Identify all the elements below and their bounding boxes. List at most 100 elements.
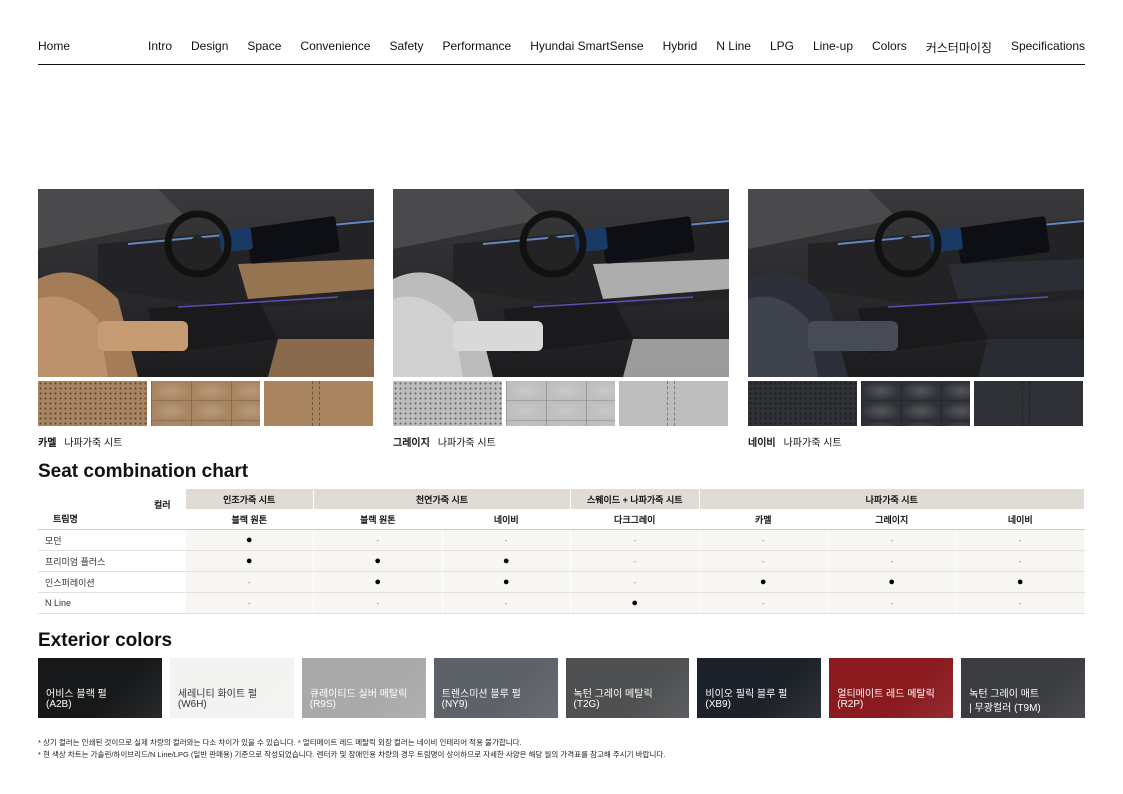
- availability-cell: -: [827, 592, 957, 614]
- stitched-leather-swatch: [264, 381, 373, 426]
- table-row: 프리미엄 플러스 ● ● ● - - - -: [38, 550, 1085, 572]
- interior-material: 나파가죽 시트: [437, 438, 496, 449]
- top-navigation: Home Intro Design Space Convenience Safe…: [38, 36, 1085, 65]
- table-corner: 컬러 트림명: [38, 489, 186, 530]
- nav-nline[interactable]: N Line: [716, 39, 751, 56]
- exterior-color-code: (NY9): [441, 699, 468, 710]
- exterior-color-code: | 무광컬러 (T9M): [969, 703, 1041, 714]
- availability-cell: -: [570, 529, 700, 551]
- exterior-color-code: (R2P): [837, 699, 864, 710]
- availability-cell: ●: [442, 571, 571, 593]
- interior-option: 네이비 나파가죽 시트: [748, 189, 1084, 449]
- availability-cell: ●: [313, 550, 443, 572]
- availability-cell: ●: [185, 529, 314, 551]
- interior-photo: [393, 189, 729, 377]
- stitched-leather-swatch: [619, 381, 728, 426]
- nav-convenience[interactable]: Convenience: [300, 39, 370, 56]
- material-swatches: [748, 381, 1084, 426]
- seat-group-header: 천연가죽 시트: [313, 489, 571, 509]
- availability-cell: -: [956, 529, 1085, 551]
- perforated-leather-swatch: [38, 381, 147, 426]
- nav-lineup[interactable]: Line-up: [813, 39, 853, 56]
- exterior-color-code: (W6H): [177, 699, 207, 710]
- interior-color-name: 네이비: [748, 438, 776, 449]
- perforated-leather-swatch: [393, 381, 502, 426]
- availability-cell: ●: [570, 592, 700, 614]
- nav-hybrid[interactable]: Hybrid: [663, 39, 698, 56]
- nav-design[interactable]: Design: [191, 39, 228, 56]
- perforated-leather-swatch: [748, 381, 857, 426]
- interior-color-name: 카멜: [38, 438, 57, 449]
- exterior-color-code: (XB9): [705, 699, 731, 710]
- exterior-color-name: 녹턴 그레이 매트: [969, 689, 1040, 700]
- interior-color-name: 그레이지: [393, 438, 430, 449]
- availability-cell: ●: [185, 550, 314, 572]
- nav-intro[interactable]: Intro: [148, 39, 172, 56]
- trim-name: 모던: [38, 529, 186, 551]
- exterior-color-swatch[interactable]: 세레니티 화이트 펄 (W6H): [169, 658, 294, 718]
- availability-cell: ●: [313, 571, 443, 593]
- footnote: * 현 색상 차트는 가솔린/하이브리드/N Line/LPG (일반 판매용)…: [38, 750, 666, 759]
- car-interior-illustration: [38, 189, 374, 377]
- seat-color-header: 네이비: [442, 509, 571, 530]
- nav-lpg[interactable]: LPG: [770, 39, 794, 56]
- seat-group-header: 스웨이드 + 나파가죽 시트: [570, 489, 700, 509]
- exterior-color-code: (T2G): [573, 699, 600, 710]
- availability-cell: -: [185, 571, 314, 593]
- nav-space[interactable]: Space: [247, 39, 281, 56]
- exterior-color-swatch[interactable]: 큐레이티드 실버 메탈릭 (R9S): [301, 658, 426, 718]
- nav-performance[interactable]: Performance: [443, 39, 512, 56]
- car-interior-illustration: [393, 189, 729, 377]
- seat-color-header: 네이비: [956, 509, 1085, 530]
- seat-color-header: 블랙 원톤: [313, 509, 443, 530]
- nav-home-link[interactable]: Home: [38, 39, 70, 53]
- interior-caption: 네이비 나파가죽 시트: [748, 434, 1084, 449]
- trim-name: 프리미엄 플러스: [38, 550, 186, 572]
- exterior-color-swatch[interactable]: 얼티메이트 레드 메탈릭 (R2P): [829, 658, 954, 718]
- table-row: 인스퍼레이션 - ● ● - ● ● ●: [38, 571, 1085, 593]
- material-swatches: [393, 381, 729, 426]
- availability-cell: ●: [956, 571, 1085, 593]
- availability-cell: -: [313, 529, 443, 551]
- exterior-color-swatch[interactable]: 어비스 블랙 펄 (A2B): [38, 658, 162, 718]
- interior-photo: [38, 189, 374, 377]
- exterior-color-code: (R9S): [309, 699, 336, 710]
- availability-cell: -: [699, 529, 828, 551]
- availability-cell: -: [827, 529, 957, 551]
- table-row: N Line - - - ● - - -: [38, 592, 1085, 614]
- availability-cell: -: [827, 550, 957, 572]
- exterior-color-name: 큐레이티드 실버 메탈릭: [309, 689, 408, 700]
- quilted-leather-swatch: [861, 381, 970, 426]
- seat-color-header: 그레이지: [827, 509, 957, 530]
- seat-color-header: 카멜: [699, 509, 828, 530]
- availability-cell: ●: [699, 571, 828, 593]
- quilted-leather-swatch: [151, 381, 260, 426]
- availability-cell: -: [956, 550, 1085, 572]
- seat-group-header: 인조가죽 시트: [185, 489, 314, 509]
- exterior-color-name: 얼티메이트 레드 메탈릭: [837, 689, 935, 700]
- nav-smartsense[interactable]: Hyundai SmartSense: [530, 39, 643, 56]
- exterior-color-name: 비이오 필릭 블루 펄: [705, 689, 788, 700]
- material-swatches: [38, 381, 374, 426]
- nav-safety[interactable]: Safety: [389, 39, 423, 56]
- availability-cell: -: [185, 592, 314, 614]
- exterior-color-swatch[interactable]: 녹턴 그레이 메탈릭 (T2G): [565, 658, 690, 718]
- nav-customizing[interactable]: 커스터마이징: [926, 39, 992, 56]
- footnotes: * 상기 컬러는 인쇄된 것이므로 실제 차량의 컬러와는 다소 차이가 있을 …: [38, 737, 665, 761]
- nav-colors[interactable]: Colors: [872, 39, 907, 56]
- availability-cell: -: [699, 592, 828, 614]
- availability-cell: ●: [827, 571, 957, 593]
- exterior-color-swatch[interactable]: 트렌스미션 블루 펄 (NY9): [433, 658, 558, 718]
- exterior-color-code: (A2B): [46, 699, 72, 710]
- exterior-color-name: 세레니티 화이트 펄: [177, 689, 258, 700]
- quilted-leather-swatch: [506, 381, 615, 426]
- trim-name: N Line: [38, 592, 186, 614]
- exterior-color-name: 어비스 블랙 펄: [46, 689, 107, 700]
- nav-items: Intro Design Space Convenience Safety Pe…: [148, 39, 1085, 56]
- interior-option: 카멜 나파가죽 시트: [38, 189, 374, 449]
- exterior-color-swatch[interactable]: 녹턴 그레이 매트 | 무광컬러 (T9M): [961, 658, 1085, 718]
- exterior-color-swatch[interactable]: 비이오 필릭 블루 펄 (XB9): [697, 658, 822, 718]
- availability-cell: -: [699, 550, 828, 572]
- nav-specifications[interactable]: Specifications: [1011, 39, 1085, 56]
- interior-photo: [748, 189, 1084, 377]
